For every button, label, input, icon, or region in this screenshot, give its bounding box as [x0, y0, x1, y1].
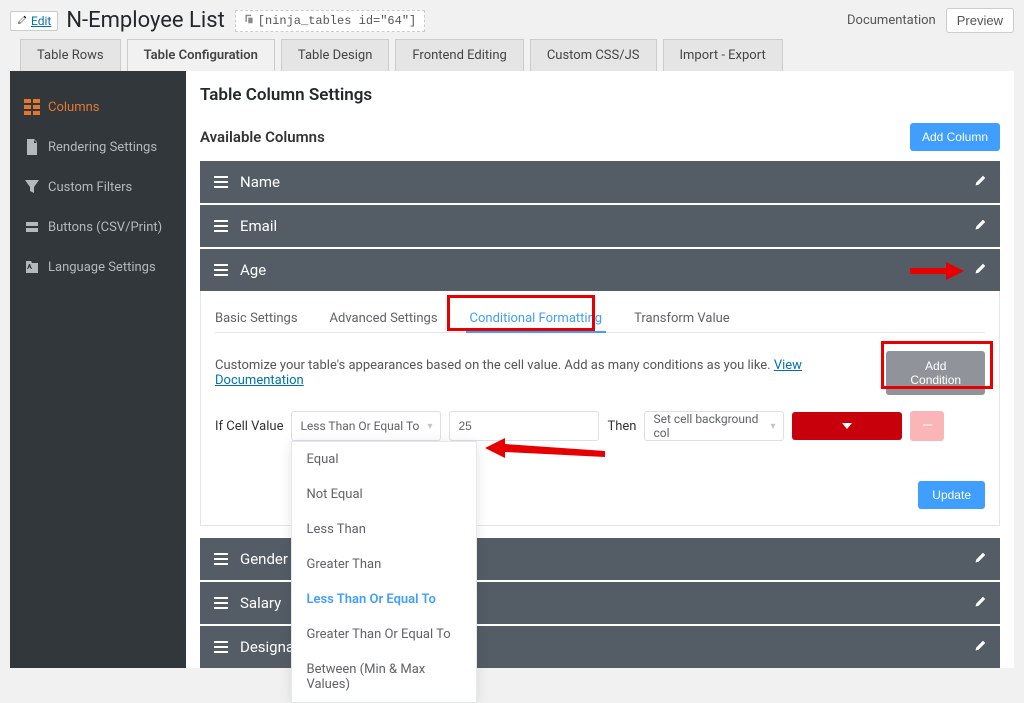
operator-dropdown: Equal Not Equal Less Than Greater Than L…: [291, 441, 477, 703]
operator-option-between[interactable]: Between (Min & Max Values): [292, 652, 476, 702]
tab-custom-css-js[interactable]: Custom CSS/JS: [530, 39, 657, 71]
pencil-icon: [17, 14, 27, 28]
sidebar-item-label: Columns: [48, 100, 100, 115]
buttons-icon: [24, 219, 40, 235]
shortcode-text: [ninja_tables id="64"]: [258, 14, 416, 28]
column-label: Name: [240, 173, 280, 191]
then-label: Then: [607, 419, 636, 434]
tab-frontend-editing[interactable]: Frontend Editing: [395, 39, 523, 71]
sidebar-item-buttons[interactable]: Buttons (CSV/Print): [10, 207, 186, 247]
color-picker[interactable]: [792, 412, 902, 440]
edit-icon[interactable]: [974, 594, 986, 612]
drag-handle-icon[interactable]: [214, 597, 228, 609]
tab-table-configuration[interactable]: Table Configuration: [127, 39, 275, 71]
condition-description: Customize your table's appearances based…: [215, 358, 886, 388]
edit-icon[interactable]: [974, 261, 986, 279]
operator-option-lte[interactable]: Less Than Or Equal To: [292, 582, 476, 617]
inner-tabs: Basic Settings Advanced Settings Conditi…: [215, 305, 985, 333]
add-condition-button[interactable]: Add Condition: [886, 351, 985, 395]
drag-handle-icon[interactable]: [214, 220, 228, 232]
drag-handle-icon[interactable]: [214, 176, 228, 188]
age-settings-panel: Basic Settings Advanced Settings Conditi…: [200, 291, 1000, 526]
main-panel: Table Column Settings Available Columns …: [186, 71, 1014, 668]
sidebar-item-label: Buttons (CSV/Print): [48, 220, 162, 235]
topbar: Edit N-Employee List [ninja_tables id="6…: [0, 0, 1024, 39]
operator-select[interactable]: Less Than Or Equal To ▾: [291, 411, 441, 441]
documentation-link[interactable]: Documentation: [847, 13, 936, 28]
tab-advanced-settings[interactable]: Advanced Settings: [330, 305, 438, 332]
main-tabs: Table Rows Table Configuration Table Des…: [0, 39, 1024, 71]
copy-icon: [244, 13, 254, 29]
tab-table-design[interactable]: Table Design: [281, 39, 389, 71]
sidebar: Columns Rendering Settings Custom Filter…: [10, 71, 186, 668]
shortcode[interactable]: [ninja_tables id="64"]: [235, 10, 425, 32]
column-item-email[interactable]: Email: [200, 205, 1000, 247]
tab-conditional-formatting[interactable]: Conditional Formatting: [470, 305, 603, 332]
sidebar-item-filters[interactable]: Custom Filters: [10, 167, 186, 207]
preview-button[interactable]: Preview: [946, 8, 1014, 33]
tab-import-export[interactable]: Import - Export: [663, 39, 783, 71]
sidebar-item-columns[interactable]: Columns: [10, 87, 186, 127]
edit-icon[interactable]: [974, 217, 986, 235]
drag-handle-icon[interactable]: [214, 553, 228, 565]
column-label: Age: [240, 261, 266, 279]
operator-option-gte[interactable]: Greater Than Or Equal To: [292, 617, 476, 652]
tab-table-rows[interactable]: Table Rows: [20, 39, 121, 71]
filter-icon: [24, 179, 40, 195]
column-item-age[interactable]: Age: [200, 249, 1000, 291]
operator-option-greater-than[interactable]: Greater Than: [292, 547, 476, 582]
language-icon: [24, 259, 40, 275]
edit-icon[interactable]: [974, 173, 986, 191]
if-cell-value-label: If Cell Value: [215, 419, 283, 434]
grid-icon: [24, 99, 40, 115]
operator-option-less-than[interactable]: Less Than: [292, 512, 476, 547]
chevron-down-icon: ▾: [427, 421, 432, 432]
action-value: Set cell background col: [653, 412, 770, 440]
sidebar-item-label: Custom Filters: [48, 180, 132, 195]
available-columns-title: Available Columns: [200, 128, 325, 146]
operator-value: Less Than Or Equal To: [300, 419, 419, 433]
drag-handle-icon[interactable]: [214, 264, 228, 276]
column-label: Email: [240, 217, 277, 235]
column-label: Gender: [240, 550, 288, 568]
edit-icon[interactable]: [974, 638, 986, 656]
annotation-arrow-icon: [910, 262, 964, 284]
operator-option-not-equal[interactable]: Not Equal: [292, 477, 476, 512]
condition-row: If Cell Value Less Than Or Equal To ▾ Eq…: [215, 411, 985, 441]
column-item-name[interactable]: Name: [200, 161, 1000, 203]
page-title: N-Employee List: [66, 8, 224, 33]
operator-option-equal[interactable]: Equal: [292, 442, 476, 477]
delete-condition-button[interactable]: —: [910, 411, 944, 441]
action-select[interactable]: Set cell background col ▾: [644, 411, 784, 441]
sidebar-item-label: Rendering Settings: [48, 140, 157, 155]
tab-transform-value[interactable]: Transform Value: [634, 305, 730, 332]
edit-label: Edit: [31, 14, 51, 28]
column-label: Salary: [240, 594, 281, 612]
tab-basic-settings[interactable]: Basic Settings: [215, 305, 298, 332]
column-list: Name Email Age: [200, 161, 1000, 291]
sidebar-item-language[interactable]: Language Settings: [10, 247, 186, 287]
chevron-down-icon: ▾: [770, 421, 775, 432]
chevron-down-icon: [842, 421, 852, 431]
annotation-arrow-icon: [485, 437, 605, 463]
update-button[interactable]: Update: [918, 481, 985, 509]
layout: Columns Rendering Settings Custom Filter…: [10, 71, 1014, 668]
edit-icon[interactable]: [974, 550, 986, 568]
file-icon: [24, 139, 40, 155]
sidebar-item-rendering[interactable]: Rendering Settings: [10, 127, 186, 167]
section-title: Table Column Settings: [200, 85, 1000, 105]
edit-link[interactable]: Edit: [10, 11, 58, 31]
sidebar-item-label: Language Settings: [48, 260, 156, 275]
add-column-button[interactable]: Add Column: [910, 123, 1000, 151]
drag-handle-icon[interactable]: [214, 641, 228, 653]
